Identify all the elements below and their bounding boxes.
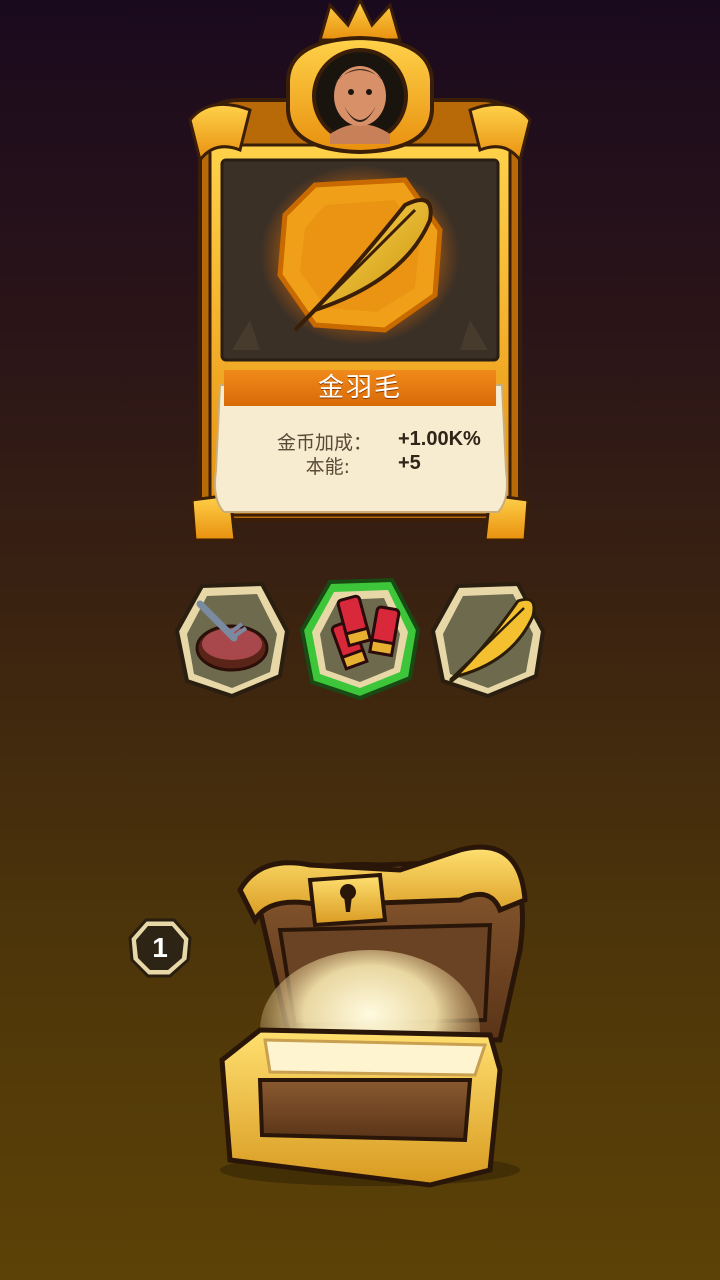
stat-row-coin-bonus: 金币加成： +1.00K% xyxy=(232,428,502,454)
stat-row-instinct: 本能: +5 xyxy=(232,452,502,478)
chest-count-value: 1 xyxy=(152,932,168,963)
chest-count-badge: 1 xyxy=(128,916,192,980)
reward-slot-steak[interactable] xyxy=(172,576,292,700)
stat-value: +1.00K% xyxy=(398,428,481,450)
stat-label: 本能: xyxy=(305,456,350,478)
reward-slot-shotgun-shells[interactable] xyxy=(300,574,420,700)
golden-feather-medallion xyxy=(255,160,465,350)
item-stats: 金币加成： +1.00K% 本能: +5 xyxy=(232,428,502,488)
open-treasure-chest[interactable] xyxy=(200,840,540,1190)
item-name-banner: 金羽毛 xyxy=(224,370,496,406)
hunter-portrait-icon xyxy=(308,44,412,148)
stat-label: 金币加成： xyxy=(276,432,372,454)
stat-value: +5 xyxy=(398,452,421,474)
reward-slot-golden-feather[interactable] xyxy=(428,576,548,700)
